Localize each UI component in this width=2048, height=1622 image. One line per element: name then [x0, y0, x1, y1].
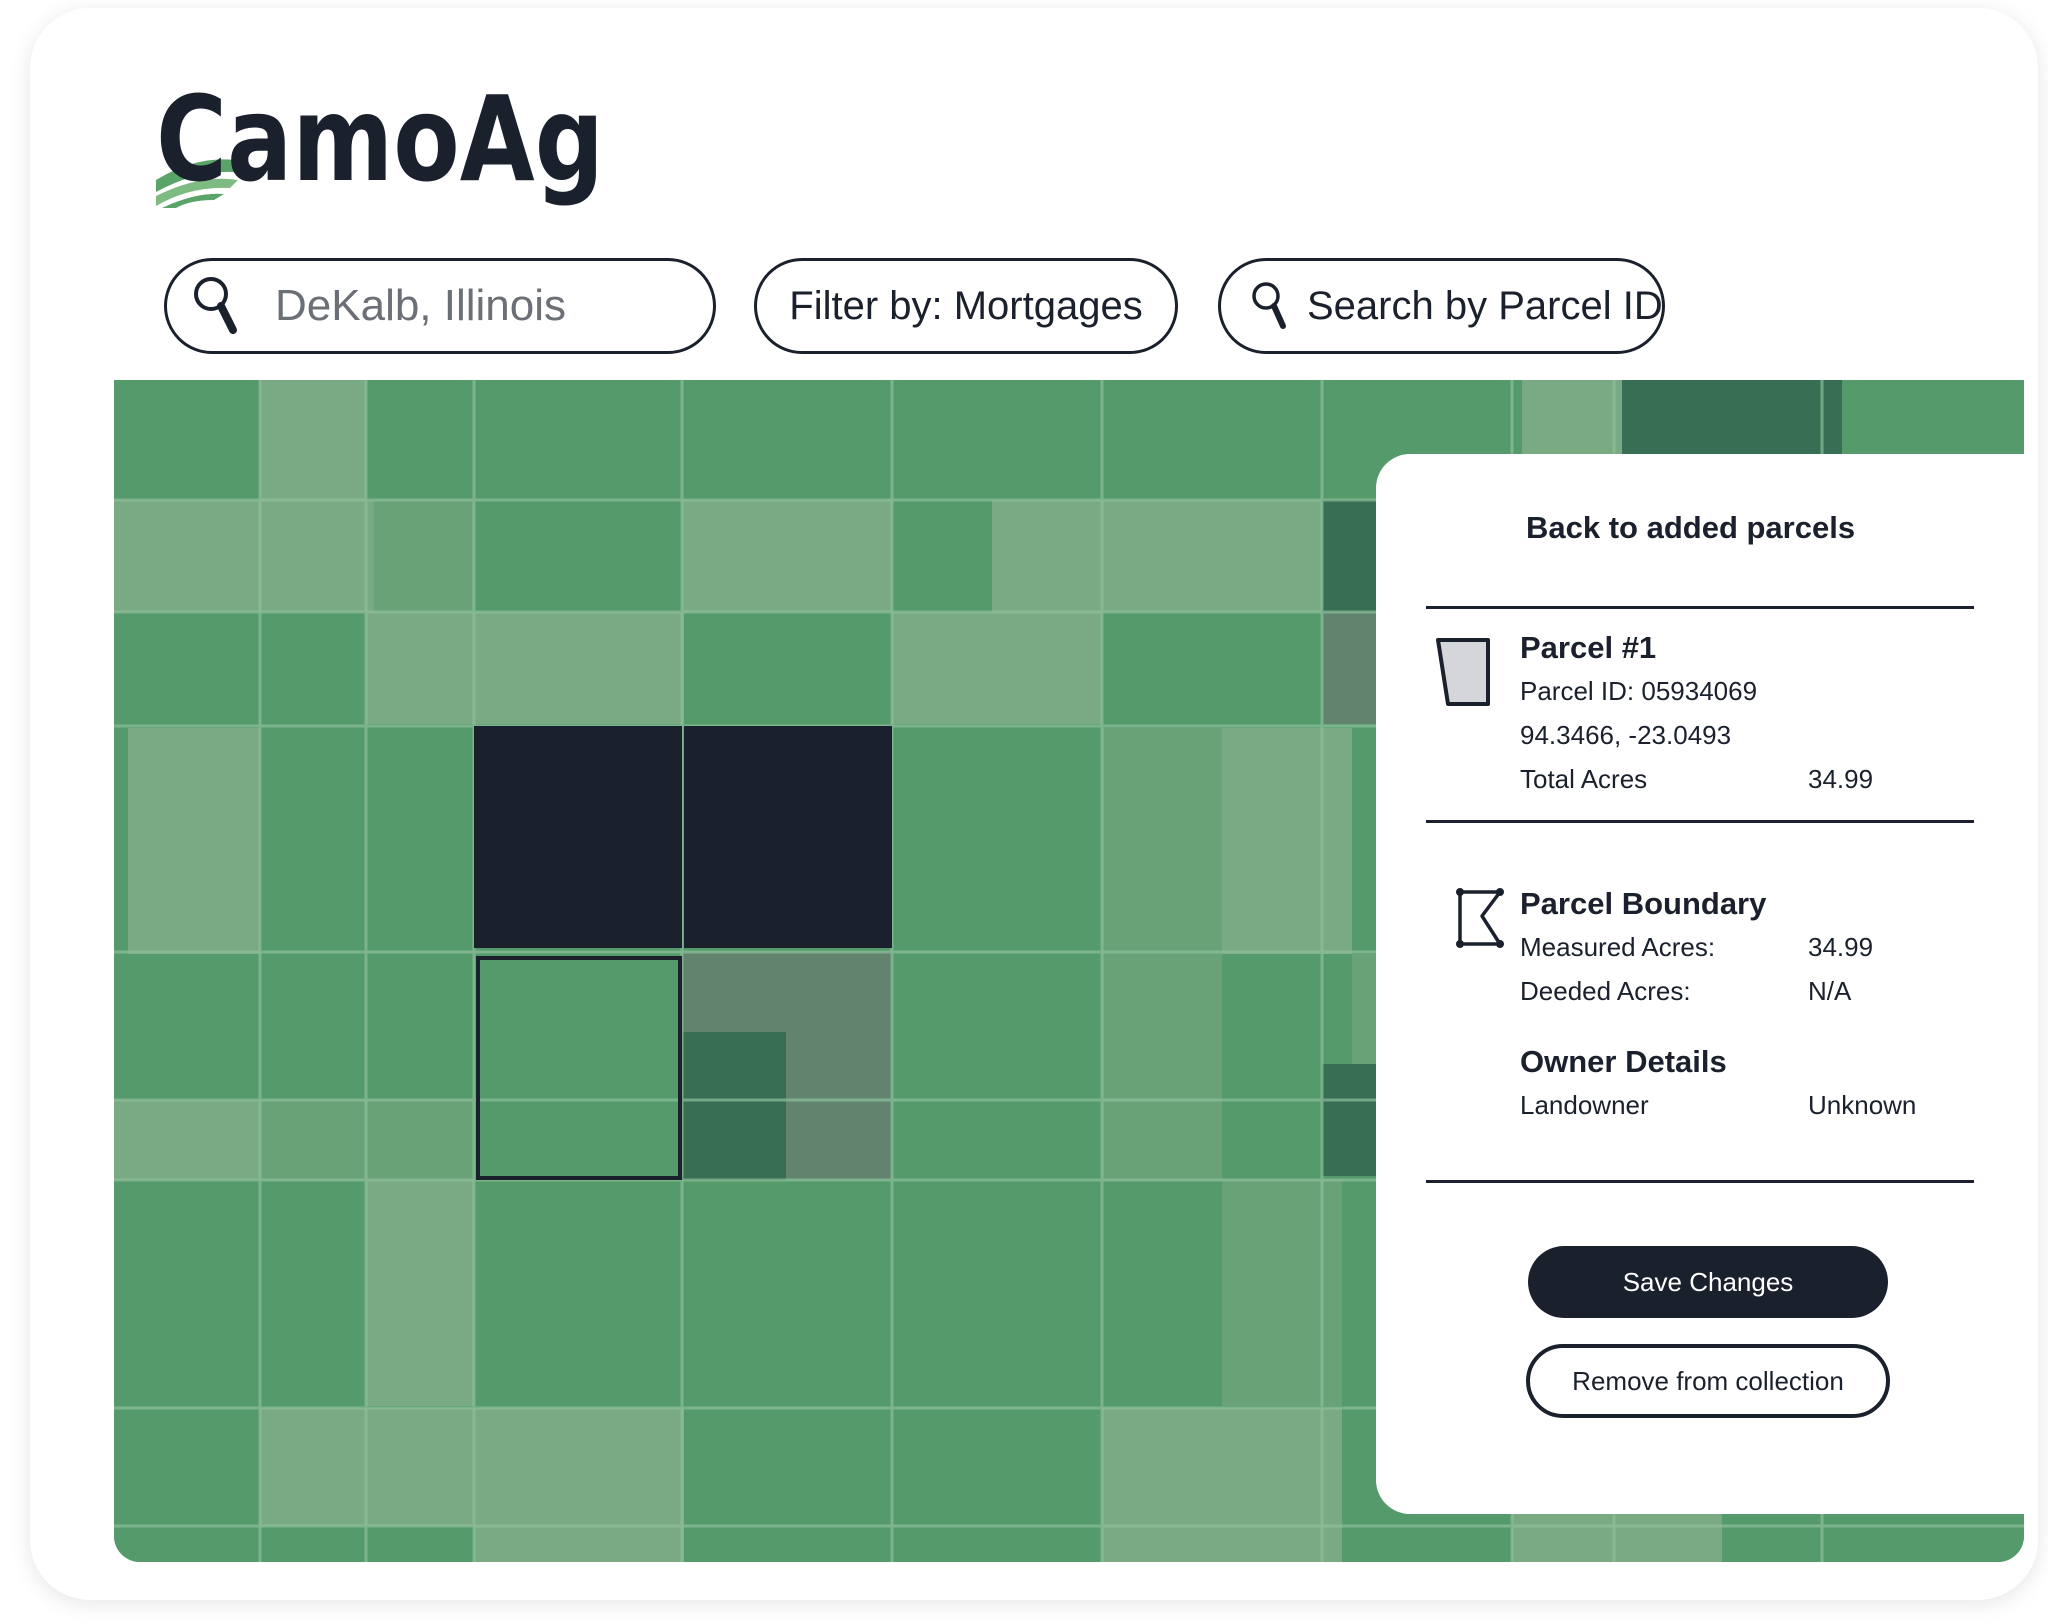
app-window: CamoAg Filter by: Mortgages Search by Pa… [30, 8, 2038, 1600]
filter-label: Filter by: Mortgages [789, 283, 1143, 328]
total-acres-value: 34.99 [1808, 764, 1874, 794]
divider [1426, 606, 1974, 609]
measured-acres-value: 34.99 [1808, 932, 1874, 962]
divider [1426, 1180, 1974, 1183]
field-tile[interactable] [474, 1408, 684, 1562]
parcel-title: Parcel #1 [1520, 630, 1657, 665]
field-tile[interactable] [1622, 380, 1842, 454]
field-tile[interactable] [682, 952, 892, 1032]
field-tile[interactable] [128, 728, 260, 954]
search-icon [1251, 280, 1289, 332]
save-changes-button[interactable]: Save Changes [1528, 1246, 1888, 1318]
field-tile[interactable] [366, 612, 684, 724]
total-acres-label: Total Acres [1520, 764, 1648, 794]
owner-details-title: Owner Details [1520, 1044, 1727, 1079]
measured-acres-label: Measured Acres: [1520, 932, 1716, 962]
brand-logo[interactable]: CamoAg [156, 70, 616, 208]
parcel-shape-icon [1436, 638, 1490, 706]
field-tile[interactable] [786, 1032, 892, 1180]
landowner-label: Landowner [1520, 1090, 1649, 1120]
filter-dropdown[interactable]: Filter by: Mortgages [754, 258, 1178, 354]
parcel-id: Parcel ID: 05934069 [1520, 676, 1758, 706]
field-tile[interactable] [1222, 1180, 1342, 1406]
boundary-polygon-icon [1456, 888, 1504, 948]
field-tile[interactable] [366, 1180, 474, 1406]
remove-from-collection-button[interactable]: Remove from collection [1526, 1344, 1890, 1418]
field-tile[interactable] [374, 500, 474, 612]
parcel-coordinates: 94.3466, -23.0493 [1520, 720, 1732, 750]
deeded-acres-value: N/A [1808, 976, 1852, 1006]
field-tile[interactable] [1522, 380, 1622, 454]
divider [1426, 820, 1974, 823]
field-tile[interactable] [892, 612, 1102, 724]
parcel-boundary-title: Parcel Boundary [1520, 886, 1767, 921]
parcel-id-search-box[interactable]: Search by Parcel ID [1218, 258, 1665, 354]
location-search-input[interactable] [275, 281, 635, 331]
brand-logo-mark: CamoAg [156, 70, 604, 208]
selected-parcel[interactable] [474, 726, 682, 948]
brand-logo-text: CamoAg [156, 88, 604, 208]
back-to-added-parcels-link[interactable]: Back to added parcels [1526, 510, 1855, 546]
field-tile[interactable] [260, 380, 366, 500]
field-tile[interactable] [892, 500, 992, 612]
field-tile[interactable] [682, 1032, 786, 1180]
search-icon [193, 274, 239, 338]
selected-parcel[interactable] [684, 726, 892, 948]
field-tile[interactable] [1102, 728, 1222, 840]
field-tile[interactable] [1102, 954, 1222, 1180]
deeded-acres-label: Deeded Acres: [1520, 976, 1691, 1006]
parcel-id-search-placeholder: Search by Parcel ID [1307, 283, 1663, 328]
field-tile[interactable] [1222, 840, 1322, 954]
landowner-value: Unknown [1808, 1090, 1917, 1120]
field-tile[interactable] [682, 500, 892, 612]
location-search-box[interactable] [164, 258, 716, 354]
field-tile[interactable] [1102, 1408, 1342, 1562]
parcel-details-panel: Back to added parcels Parcel #1 Parcel I… [1376, 454, 2024, 1514]
